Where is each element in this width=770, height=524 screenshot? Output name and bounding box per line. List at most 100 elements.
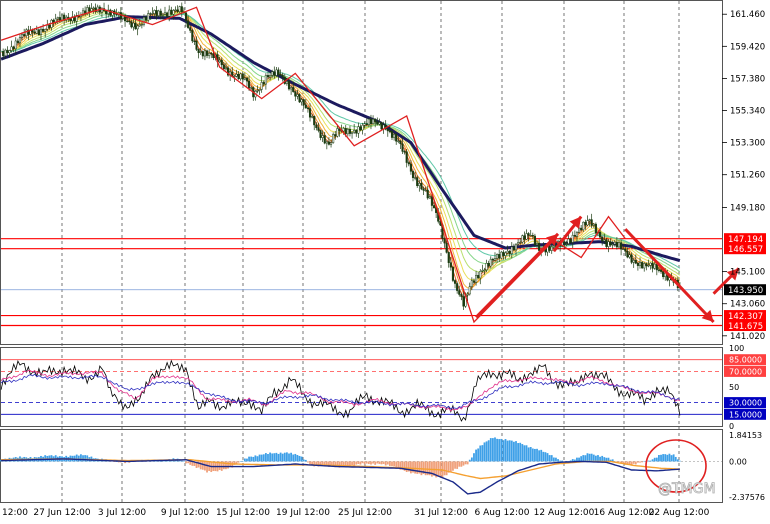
candle-body bbox=[262, 82, 265, 85]
macd-bar bbox=[288, 453, 290, 462]
macd-bar bbox=[376, 461, 379, 464]
macd-bar bbox=[588, 453, 591, 462]
candle-body bbox=[279, 74, 282, 76]
chart-canvas[interactable]: 161.460 159.420 157.380 155.340 153.300 151.2… bbox=[0, 0, 770, 520]
candle-body bbox=[248, 80, 251, 89]
x-tick-label: 31 Jul 12:00 bbox=[414, 508, 468, 518]
macd-bar bbox=[281, 453, 284, 462]
macd-bar bbox=[491, 438, 494, 462]
candle-body bbox=[462, 296, 465, 307]
candle-body bbox=[454, 280, 457, 284]
macd-bar bbox=[445, 461, 448, 476]
candle-body bbox=[548, 246, 551, 251]
candle-body bbox=[502, 251, 505, 256]
candle-body bbox=[237, 73, 240, 80]
macd-bar bbox=[264, 453, 267, 462]
candle-body bbox=[628, 254, 631, 258]
macd-bar bbox=[666, 454, 669, 462]
candle-body bbox=[239, 73, 242, 80]
macd-bar bbox=[359, 461, 362, 465]
macd-bar bbox=[674, 456, 677, 462]
macd-bar bbox=[552, 457, 555, 462]
macd-bar bbox=[416, 461, 419, 474]
price-level-label: 143.950 bbox=[728, 286, 763, 296]
candle-body bbox=[277, 69, 280, 75]
macd-bar bbox=[557, 459, 559, 462]
y-tick-label: 157.380 bbox=[730, 74, 765, 84]
macd-bar bbox=[380, 461, 383, 465]
macd-bar bbox=[292, 454, 295, 462]
candle-body bbox=[292, 87, 295, 92]
candle-body bbox=[302, 99, 305, 106]
candle-body bbox=[25, 29, 28, 37]
candle-body bbox=[550, 246, 553, 251]
candle-body bbox=[472, 280, 476, 283]
candle-body bbox=[615, 241, 618, 248]
candle-body bbox=[567, 238, 570, 244]
candle-body bbox=[363, 123, 366, 126]
macd-bar bbox=[649, 460, 652, 462]
candle-body bbox=[178, 6, 181, 12]
candle-body bbox=[533, 235, 536, 246]
macd-bar bbox=[260, 454, 263, 462]
candle-body bbox=[304, 104, 307, 109]
candle-body bbox=[617, 242, 621, 248]
macd-bar bbox=[517, 443, 520, 462]
macd-bar bbox=[159, 461, 162, 462]
candle-body bbox=[355, 129, 358, 134]
macd-bar bbox=[180, 460, 183, 462]
candle-body bbox=[599, 231, 602, 238]
candle-body bbox=[493, 258, 497, 261]
macd-bar bbox=[382, 461, 385, 464]
candle-body bbox=[653, 263, 656, 269]
candle-body bbox=[529, 235, 532, 237]
candle-body bbox=[393, 134, 396, 138]
candle-body bbox=[58, 17, 61, 21]
candle-body bbox=[414, 177, 417, 179]
candle-body bbox=[90, 8, 93, 12]
candle-body bbox=[155, 10, 158, 16]
x-tick-label: 12:00 bbox=[2, 508, 28, 518]
candle-body bbox=[527, 233, 530, 236]
candle-body bbox=[298, 94, 301, 103]
macd-bar bbox=[462, 461, 465, 466]
macd-bar bbox=[248, 456, 250, 462]
candle-body bbox=[451, 266, 454, 281]
candle-body bbox=[35, 29, 38, 34]
candle-body bbox=[16, 40, 19, 44]
macd-bar bbox=[80, 454, 82, 462]
macd-bar bbox=[363, 461, 366, 465]
candle-body bbox=[220, 59, 223, 66]
macd-bar bbox=[296, 455, 299, 462]
x-tick-label: 22 Aug 12:00 bbox=[649, 508, 710, 518]
candle-body bbox=[327, 141, 330, 145]
macd-bar bbox=[513, 441, 515, 462]
candle-body bbox=[624, 248, 627, 252]
macd-bar bbox=[483, 442, 486, 462]
candle-body bbox=[180, 6, 183, 13]
macd-bar bbox=[225, 461, 227, 470]
candle-body bbox=[260, 82, 263, 90]
candle-body bbox=[634, 260, 637, 264]
candle-body bbox=[626, 250, 629, 258]
candle-body bbox=[33, 31, 36, 34]
macd-bar bbox=[544, 452, 547, 462]
y-tick-label: 151.260 bbox=[730, 171, 765, 181]
candle-body bbox=[565, 243, 568, 245]
macd-bar bbox=[655, 457, 658, 462]
price-panel[interactable] bbox=[0, 0, 723, 345]
macd-bar bbox=[302, 459, 305, 462]
candle-body bbox=[142, 17, 146, 25]
candle-body bbox=[607, 241, 610, 247]
candle-body bbox=[397, 140, 400, 142]
candle-body bbox=[386, 129, 389, 132]
macd-bar bbox=[372, 461, 374, 464]
macd-bar bbox=[269, 452, 271, 462]
macd-bar bbox=[637, 461, 639, 463]
candle-body bbox=[374, 119, 377, 122]
candle-body bbox=[390, 131, 394, 138]
candle-body bbox=[592, 223, 595, 226]
macd-bar bbox=[397, 461, 400, 468]
candle-body bbox=[489, 258, 492, 267]
macd-bar bbox=[538, 450, 541, 462]
